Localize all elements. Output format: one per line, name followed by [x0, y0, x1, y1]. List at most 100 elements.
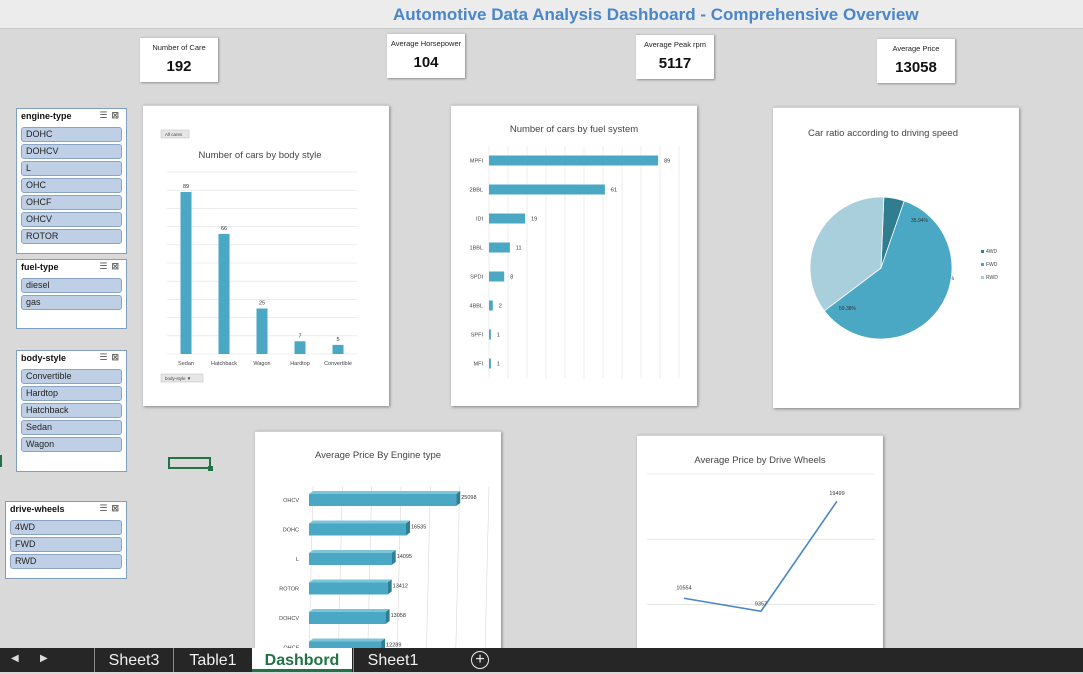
kpi-value: 5117	[658, 55, 692, 72]
data-label: 13412	[393, 584, 408, 590]
chart-fuel-system[interactable]: Number of cars by fuel system 89 MPFI 61 2BB…	[451, 105, 697, 406]
row-selection-marker	[0, 455, 2, 467]
bar	[489, 329, 491, 340]
bar	[294, 341, 306, 354]
data-label: 14095	[397, 554, 412, 560]
chart-price-engine-type[interactable]: Average Price By Engine type 25098 OHCV 165…	[255, 431, 501, 649]
chart-driving-ratio-svg: Car ratio according to driving speed4.68…	[808, 128, 998, 340]
tab-sheet3[interactable]: Sheet3	[94, 648, 173, 672]
bar-top	[309, 638, 386, 642]
slicer-title: fuel-type	[21, 262, 59, 272]
data-label: 10554	[676, 585, 691, 591]
bar	[256, 308, 268, 354]
slicer-item-diesel[interactable]: diesel	[21, 278, 122, 293]
clear-filter-icon[interactable]: ⊠	[111, 503, 123, 513]
slicer-item-wagon[interactable]: Wagon	[21, 437, 122, 452]
multi-select-icon[interactable]: ☰	[99, 352, 111, 362]
slicer-item-gas[interactable]: gas	[21, 295, 122, 310]
chart-title: Average Price by Drive Wheels	[694, 455, 826, 466]
slicer-item-hatchback[interactable]: Hatchback	[21, 403, 122, 418]
clear-filter-icon[interactable]: ⊠	[111, 261, 123, 271]
scroll-left-icon[interactable]: ◀	[11, 653, 19, 664]
scroll-right-icon[interactable]: ▶	[40, 653, 48, 664]
slicer-fuel-type[interactable]: fuel-type ☰⊠ diesel gas	[16, 259, 127, 329]
tick-label: Sedan	[178, 361, 194, 367]
gridline	[396, 485, 402, 649]
tick-label: IDI	[476, 217, 484, 223]
bar	[489, 213, 526, 224]
multi-select-icon[interactable]: ☰	[99, 503, 111, 513]
slicer-item-hardtop[interactable]: Hardtop	[21, 386, 122, 401]
plus-icon[interactable]: +	[471, 651, 489, 669]
tick-label: SPDI	[470, 275, 483, 281]
tick-label: Wagon	[253, 361, 270, 367]
slicer-item-rotor[interactable]: ROTOR	[21, 229, 122, 244]
bar	[489, 155, 659, 166]
slicer-title: drive-wheels	[10, 504, 65, 514]
bar-top	[309, 579, 392, 583]
kpi-average-price[interactable]: Average Price 13058	[877, 38, 955, 83]
slicer-item-l[interactable]: L	[21, 161, 122, 176]
data-label: 25	[259, 301, 265, 307]
multi-select-icon[interactable]: ☰	[99, 110, 111, 120]
slicer-item-fwd[interactable]: FWD	[10, 537, 122, 552]
multi-select-icon[interactable]: ☰	[99, 261, 111, 271]
data-label: 1	[497, 333, 500, 339]
slicer-item-dohcv[interactable]: DOHCV	[21, 144, 122, 159]
bar-top	[309, 609, 390, 612]
slicer-body-style[interactable]: body-style ☰⊠ Convertible Hardtop Hatchb…	[16, 350, 127, 472]
kpi-average-horsepower[interactable]: Average Horsepower 104	[387, 33, 465, 78]
data-label: 13058	[391, 613, 406, 619]
filter-button-label: All cares	[165, 132, 183, 137]
gridline	[426, 485, 431, 649]
kpi-value: 13058	[895, 59, 937, 76]
gridline	[367, 485, 372, 649]
kpi-number-of-cars[interactable]: Number of Care 192	[140, 37, 218, 82]
slicer-item-rwd[interactable]: RWD	[10, 554, 122, 569]
clear-filter-icon[interactable]: ⊠	[111, 352, 123, 362]
data-label: 7	[298, 333, 301, 339]
data-label: 5	[336, 337, 339, 343]
legend-marker	[981, 263, 984, 266]
kpi-average-peak-rpm[interactable]: Average Peak rpm 5117	[636, 34, 714, 79]
tick-label: DOHCV	[279, 616, 299, 622]
tab-dashbord[interactable]: Dashbord	[252, 648, 352, 672]
data-label: 61	[611, 188, 617, 194]
gridline	[338, 485, 343, 649]
slicer-item-convertible[interactable]: Convertible	[21, 369, 122, 384]
slicer-engine-type[interactable]: engine-type ☰⊠ DOHC DOHCV L OHC OHCF OHC…	[16, 108, 127, 254]
chart-price-engine-type-svg: Average Price By Engine type 25098 OHCV 165…	[279, 450, 490, 649]
chart-body-style-svg: All cares Number of cars by body style 89 S…	[160, 129, 357, 383]
chart-title: Number of cars by fuel system	[510, 124, 638, 135]
tick-label: 4BBL	[470, 304, 483, 310]
slicer-item-dohc[interactable]: DOHC	[21, 127, 122, 142]
slicer-item-ohcf[interactable]: OHCF	[21, 195, 122, 210]
bar	[489, 358, 491, 369]
bar	[489, 184, 605, 195]
bar	[218, 233, 230, 354]
sheet-tab-bar: ◀ ▶ Sheet3 Table1 Dashbord Sheet1 +	[0, 648, 1083, 672]
selected-cell[interactable]	[168, 457, 213, 471]
tick-label: SPFI	[471, 333, 484, 339]
tab-sheet1[interactable]: Sheet1	[353, 648, 432, 672]
data-label: 2	[499, 304, 502, 310]
chart-price-drive-wheels[interactable]: Average Price by Drive Wheels 10554 9357 19…	[637, 435, 883, 649]
bar	[489, 271, 505, 282]
clear-filter-icon[interactable]: ⊠	[111, 110, 123, 120]
chart-body-style[interactable]: All cares Number of cars by body style 89 S…	[143, 105, 389, 406]
bar	[309, 612, 386, 624]
tick-label: DOHC	[283, 528, 299, 534]
slicer-item-sedan[interactable]: Sedan	[21, 420, 122, 435]
title-bar: Automotive Data Analysis Dashboard - Com…	[0, 0, 1083, 29]
series-line	[683, 500, 838, 613]
slicer-item-ohc[interactable]: OHC	[21, 178, 122, 193]
chart-driving-ratio[interactable]: Car ratio according to driving speed4.68…	[773, 107, 1019, 408]
tick-label: 1BBL	[470, 246, 483, 252]
bar	[489, 242, 510, 253]
data-label: 25098	[461, 495, 476, 501]
tab-table1[interactable]: Table1	[173, 648, 252, 672]
slicer-drive-wheels[interactable]: drive-wheels ☰⊠ 4WD FWD RWD	[5, 501, 127, 579]
legend-label: 4WD	[986, 249, 998, 255]
slicer-item-4wd[interactable]: 4WD	[10, 520, 122, 535]
slicer-item-ohcv[interactable]: OHCV	[21, 212, 122, 227]
